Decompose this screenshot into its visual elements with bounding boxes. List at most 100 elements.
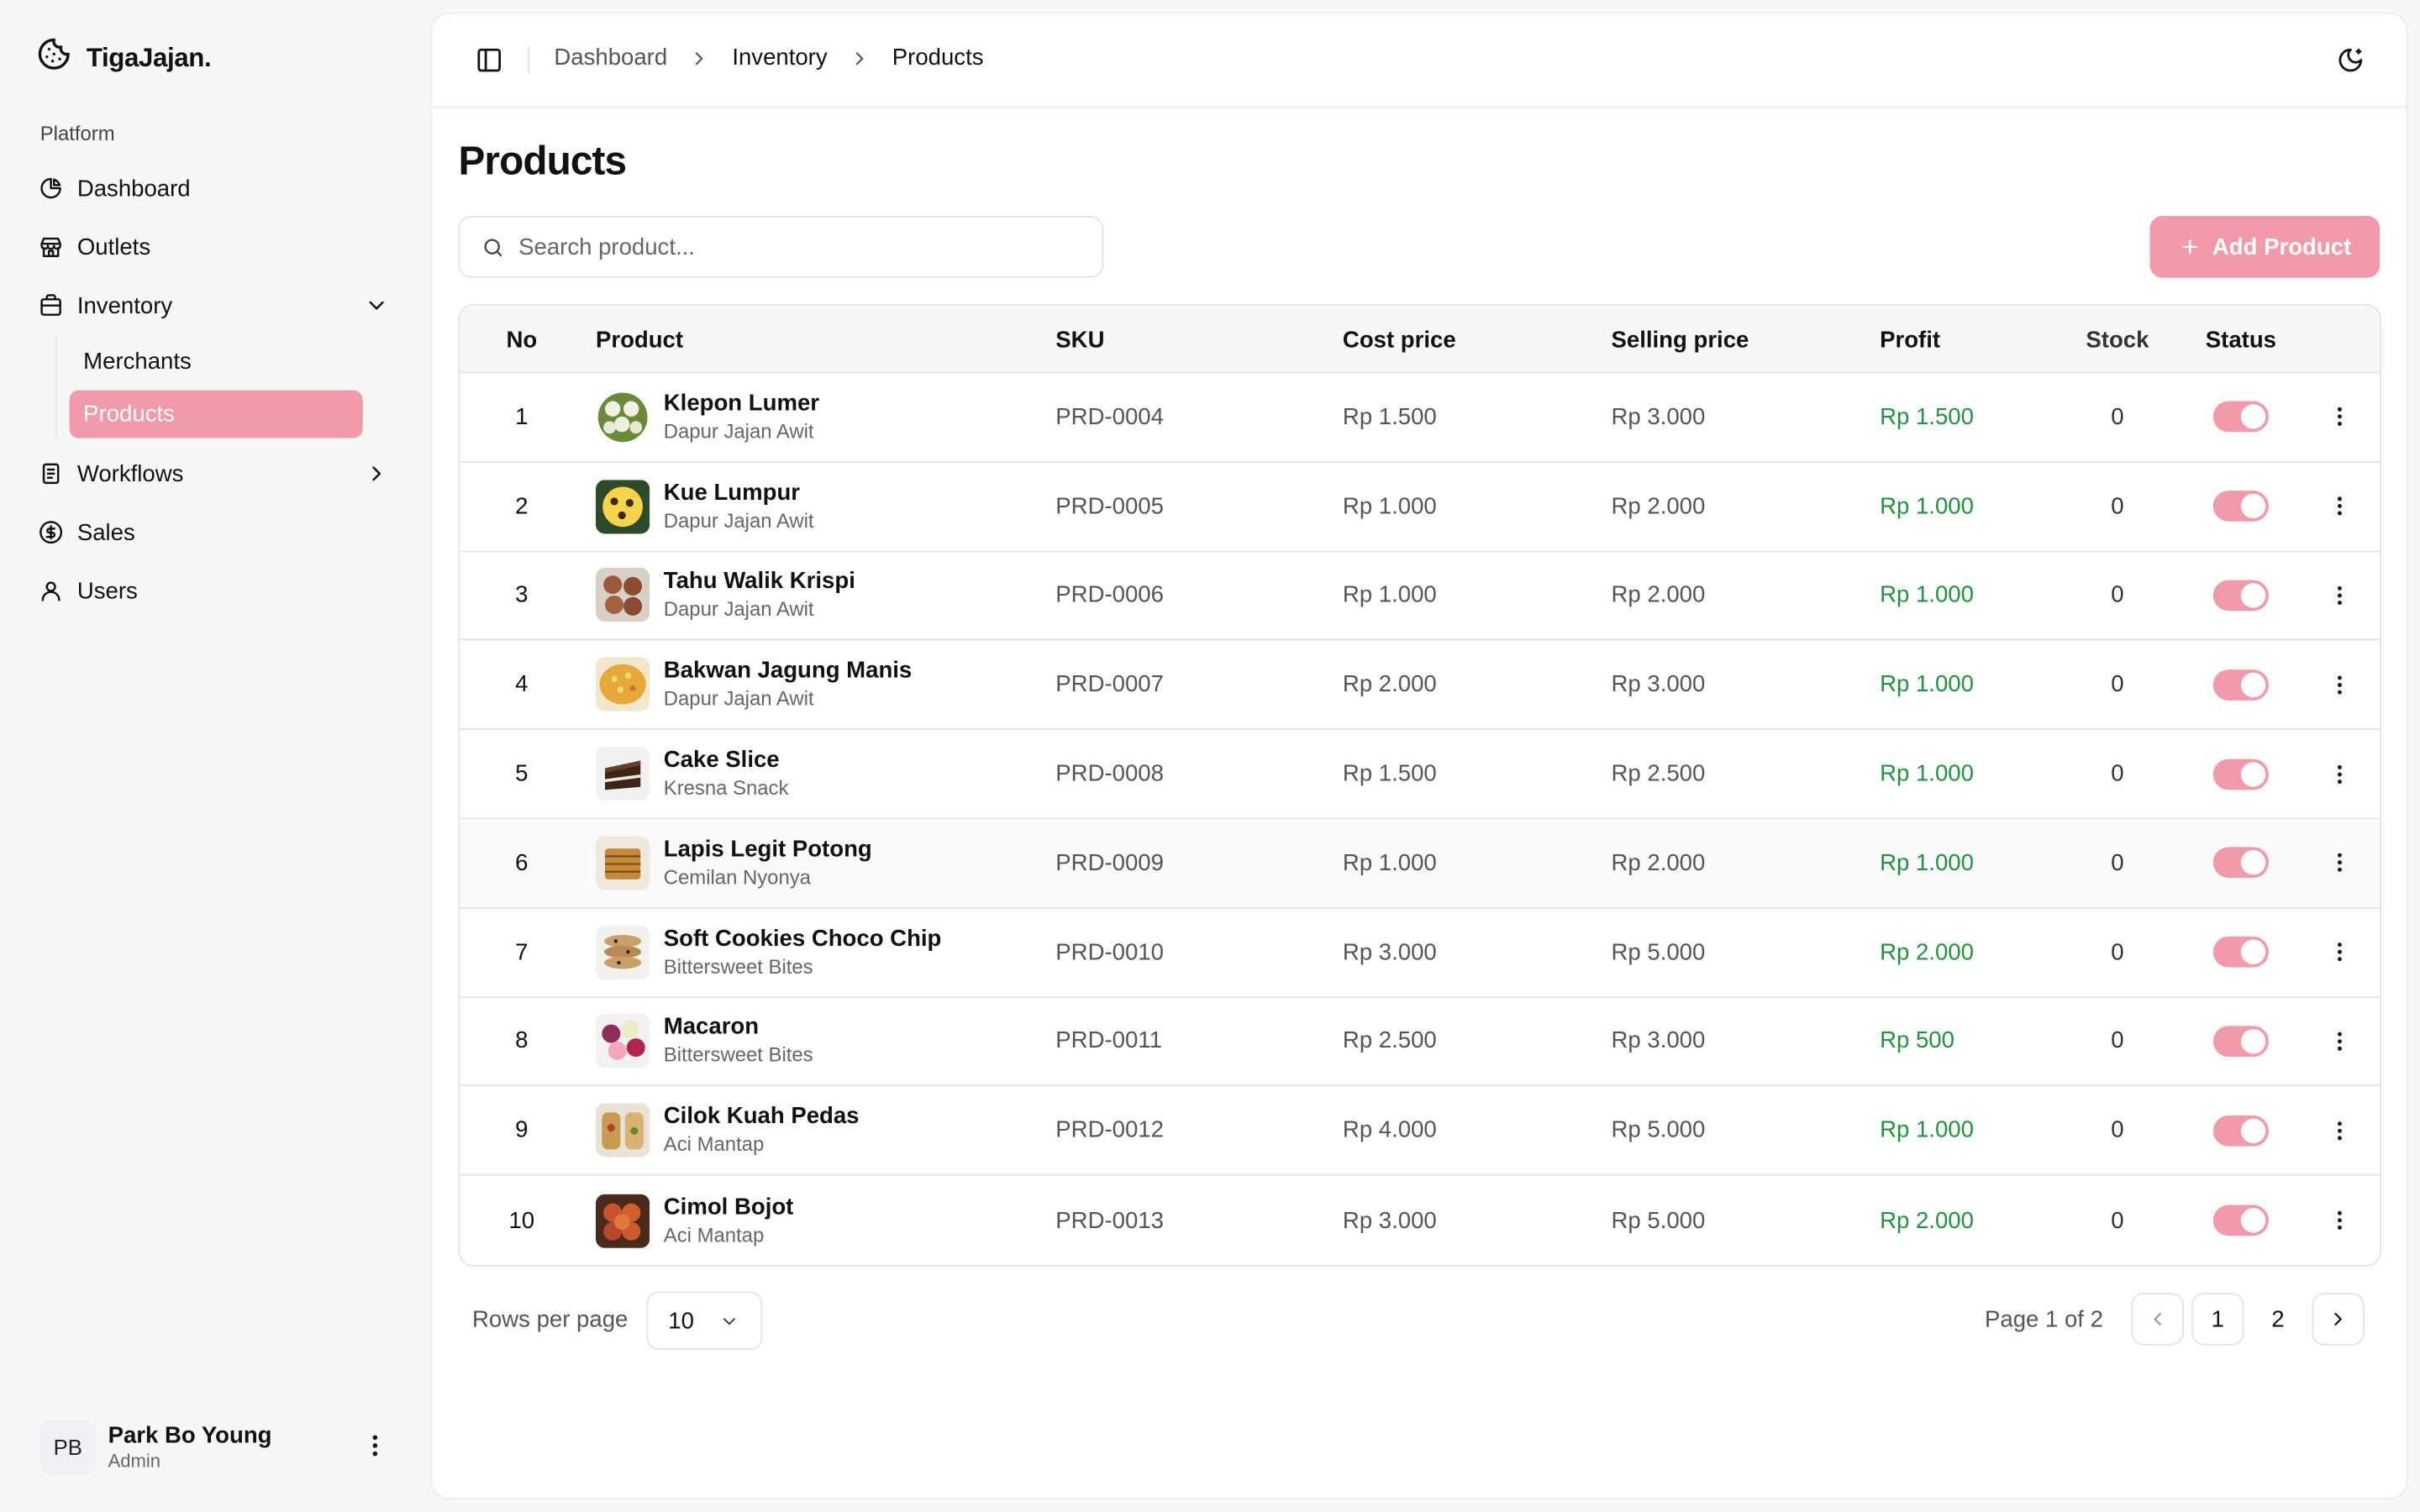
more-vertical-icon[interactable] bbox=[2328, 581, 2352, 609]
product-merchant: Bittersweet Bites bbox=[663, 1043, 813, 1068]
product-cell[interactable]: Cake Slice Kresna Snack bbox=[595, 730, 788, 817]
stock-cell: 0 bbox=[2111, 493, 2124, 520]
more-vertical-icon[interactable] bbox=[2328, 760, 2352, 788]
cost-price-cell: Rp 3.000 bbox=[1342, 1207, 1437, 1234]
breadcrumb-dashboard[interactable]: Dashboard bbox=[554, 45, 667, 71]
sidebar-subitem-merchants[interactable]: Merchants bbox=[70, 335, 405, 387]
page-button-2[interactable]: 2 bbox=[2252, 1293, 2304, 1345]
product-cell[interactable]: Macaron Bittersweet Bites bbox=[595, 998, 813, 1085]
product-cell[interactable]: Soft Cookies Choco Chip Bittersweet Bites bbox=[595, 908, 941, 995]
add-product-button[interactable]: Add Product bbox=[2149, 216, 2381, 278]
product-thumbnail bbox=[596, 390, 650, 444]
table-row[interactable]: 3 Tahu Walik Krispi Dapur Jajan Awit PRD-00… bbox=[460, 552, 2381, 641]
table-row[interactable]: 9 Cilok Kuah Pedas Aci Mantap PRD-0012 Rp 4.… bbox=[460, 1087, 2381, 1176]
status-cell bbox=[2179, 641, 2302, 728]
rows-per-page-select[interactable]: 10 bbox=[646, 1291, 763, 1351]
status-toggle[interactable] bbox=[2212, 402, 2269, 433]
row-number: 8 bbox=[515, 1028, 529, 1055]
product-cell[interactable]: Klepon Lumer Dapur Jajan Awit bbox=[596, 373, 819, 460]
next-page-button[interactable] bbox=[2312, 1293, 2365, 1346]
sidebar-item-dashboard[interactable]: Dashboard bbox=[24, 159, 404, 218]
search-input[interactable] bbox=[518, 234, 1075, 260]
user-menu[interactable]: PB Park Bo Young Admin bbox=[39, 1416, 398, 1478]
column-header-no: No bbox=[506, 326, 538, 353]
table-row[interactable]: 10 Cimol Bojot Aci Mantap PRD-0013 Rp 3.000 R… bbox=[460, 1176, 2380, 1265]
product-name: Bakwan Jagung Manis bbox=[663, 657, 913, 685]
product-info: Macaron Bittersweet Bites bbox=[664, 1015, 813, 1068]
prev-page-button[interactable] bbox=[2131, 1293, 2184, 1346]
more-vertical-icon[interactable] bbox=[2328, 1206, 2352, 1234]
more-vertical-icon[interactable] bbox=[361, 1431, 389, 1462]
add-product-label: Add Product bbox=[2212, 234, 2352, 260]
sku-cell: PRD-0009 bbox=[1055, 849, 1164, 877]
table-row[interactable]: 1 Klepon Lumer Dapur Jajan Awit PRD-0004 Rp … bbox=[460, 373, 2381, 463]
sidebar-item-users[interactable]: Users bbox=[24, 562, 404, 621]
table-row[interactable]: 4 Bakwan Jagung Manis Dapur Jajan Awit PRD-… bbox=[460, 641, 2381, 731]
page-title: Products bbox=[458, 137, 627, 184]
row-number: 9 bbox=[515, 1117, 529, 1144]
table-row[interactable]: 7 Soft Cookies Choco Chip Bittersweet Bite… bbox=[460, 908, 2381, 998]
sidebar-item-sales[interactable]: Sales bbox=[24, 503, 404, 562]
more-vertical-icon[interactable] bbox=[2328, 492, 2352, 520]
product-merchant: Dapur Jajan Awit bbox=[663, 508, 814, 533]
brand[interactable]: TigaJajan. bbox=[37, 37, 212, 79]
sidebar-toggle-icon[interactable] bbox=[476, 46, 503, 74]
page-button-1[interactable]: 1 bbox=[2191, 1293, 2244, 1346]
cost-price-cell: Rp 2.000 bbox=[1342, 671, 1437, 698]
row-number: 5 bbox=[515, 760, 529, 787]
stock-cell: 0 bbox=[2111, 404, 2124, 431]
more-vertical-icon[interactable] bbox=[2328, 849, 2352, 877]
plus-icon bbox=[2181, 239, 2197, 255]
sidebar-subitem-products[interactable]: Products bbox=[69, 390, 363, 438]
product-info: Cilok Kuah Pedas Aci Mantap bbox=[664, 1104, 860, 1158]
brand-name: TigaJajan. bbox=[86, 42, 212, 72]
profit-cell: Rp 1.000 bbox=[1880, 760, 1974, 787]
product-cell[interactable]: Tahu Walik Krispi Dapur Jajan Awit bbox=[595, 552, 855, 639]
status-toggle[interactable] bbox=[2212, 937, 2269, 968]
theme-toggle-icon[interactable] bbox=[2337, 46, 2365, 74]
sidebar-item-label: Users bbox=[76, 577, 138, 605]
chevron-left-icon bbox=[2154, 1312, 2161, 1326]
stock-cell: 0 bbox=[2111, 671, 2124, 698]
status-toggle[interactable] bbox=[2212, 491, 2269, 522]
product-name: Tahu Walik Krispi bbox=[663, 568, 855, 596]
sku-cell: PRD-0005 bbox=[1055, 493, 1164, 520]
product-cell[interactable]: Kue Lumpur Dapur Jajan Awit bbox=[595, 463, 814, 550]
chevron-down-icon bbox=[723, 1318, 735, 1326]
table-row[interactable]: 6 Lapis Legit Potong Cemilan Nyonya PRD-000… bbox=[460, 819, 2381, 909]
product-cell[interactable]: Cimol Bojot Aci Mantap bbox=[595, 1176, 793, 1265]
table-row[interactable]: 8 Macaron Bittersweet Bites PRD-0011 Rp 2.50… bbox=[460, 998, 2381, 1087]
sidebar-item-outlets[interactable]: Outlets bbox=[24, 218, 404, 276]
status-toggle[interactable] bbox=[2212, 580, 2269, 612]
product-cell[interactable]: Lapis Legit Potong Cemilan Nyonya bbox=[595, 819, 872, 906]
sidebar-item-inventory[interactable]: Inventory bbox=[24, 276, 404, 335]
sidebar-item-workflows[interactable]: Workflows bbox=[24, 444, 404, 503]
sku-cell: PRD-0004 bbox=[1055, 404, 1164, 431]
status-toggle[interactable] bbox=[2212, 848, 2269, 879]
product-name: Cilok Kuah Pedas bbox=[663, 1103, 860, 1130]
product-cell[interactable]: Bakwan Jagung Manis Dapur Jajan Awit bbox=[595, 641, 913, 728]
product-merchant: Bittersweet Bites bbox=[663, 954, 813, 978]
status-toggle[interactable] bbox=[2212, 669, 2269, 701]
table-row[interactable]: 2 Kue Lumpur Dapur Jajan Awit PRD-0005 Rp 1.… bbox=[460, 463, 2381, 552]
product-merchant: Aci Mantap bbox=[663, 1132, 765, 1157]
more-vertical-icon[interactable] bbox=[2328, 671, 2352, 699]
status-toggle[interactable] bbox=[2212, 1115, 2269, 1147]
user-name: Park Bo Young bbox=[108, 1422, 272, 1449]
status-toggle[interactable] bbox=[2212, 758, 2269, 790]
status-toggle[interactable] bbox=[2212, 1026, 2269, 1058]
status-toggle[interactable] bbox=[2212, 1205, 2269, 1236]
table-row[interactable]: 5 Cake Slice Kresna Snack PRD-0008 Rp 1.500 R… bbox=[460, 730, 2381, 820]
product-name: Cake Slice bbox=[663, 747, 780, 774]
more-vertical-icon[interactable] bbox=[2328, 403, 2352, 431]
status-cell bbox=[2179, 908, 2302, 995]
stock-cell: 0 bbox=[2111, 1028, 2124, 1055]
chevron-down-icon bbox=[364, 293, 388, 318]
stock-cell: 0 bbox=[2111, 849, 2124, 877]
more-vertical-icon[interactable] bbox=[2328, 938, 2352, 966]
more-vertical-icon[interactable] bbox=[2328, 1027, 2352, 1055]
product-name: Lapis Legit Potong bbox=[663, 836, 872, 863]
breadcrumb-inventory[interactable]: Inventory bbox=[732, 45, 827, 71]
product-cell[interactable]: Cilok Kuah Pedas Aci Mantap bbox=[595, 1087, 860, 1174]
more-vertical-icon[interactable] bbox=[2328, 1116, 2352, 1144]
